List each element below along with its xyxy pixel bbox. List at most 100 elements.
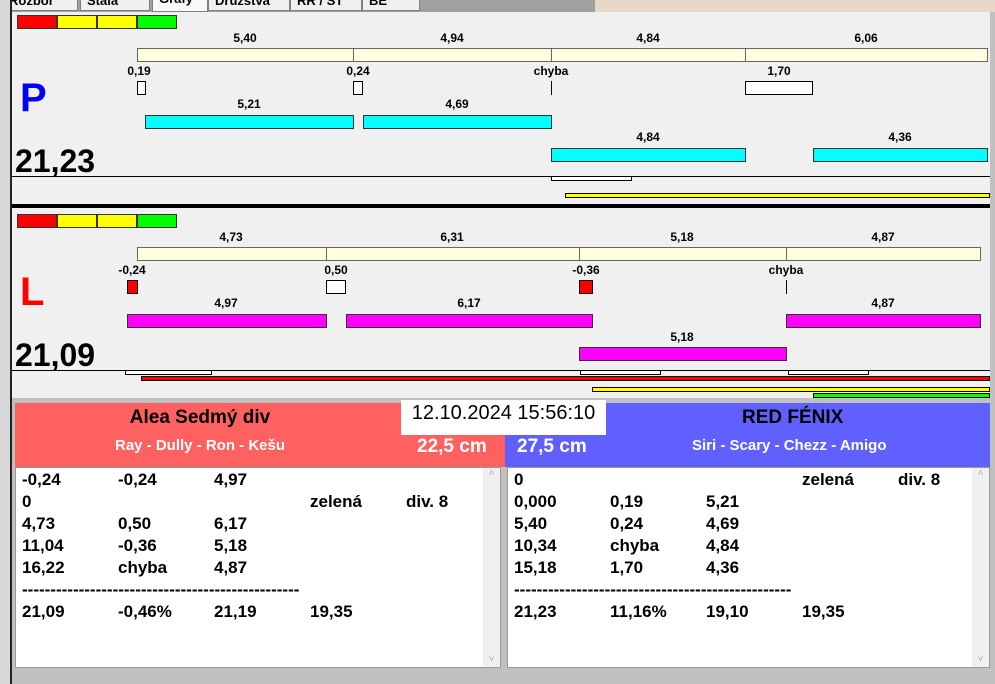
right-team-name: RED FÉNIX	[742, 407, 844, 428]
status-green	[137, 15, 177, 29]
log-cell: div. 8	[406, 492, 449, 511]
log-cell: 19,35	[310, 602, 353, 621]
segment-label: 4,94	[440, 31, 464, 45]
total-l: 21,09	[15, 337, 96, 373]
yellow-bar	[592, 387, 990, 392]
log-cell: 10,34	[514, 536, 557, 555]
delta-label: 1,70	[767, 64, 791, 78]
marker-box	[551, 176, 632, 181]
side-label-p: P	[20, 76, 47, 120]
log-cell: zelená	[310, 492, 362, 511]
bar-label: 4,84	[636, 130, 660, 144]
tab-be[interactable]: BE	[362, 0, 420, 11]
delta-label: chyba	[533, 64, 569, 78]
segment-label: 5,18	[670, 230, 694, 244]
right-team-log[interactable]: ˄ ˅ 0 zelená div. 8 0,000 0,19 5,21 5,40 0,24 4,6…	[507, 467, 990, 668]
scroll-up-icon[interactable]: ˄	[972, 468, 989, 479]
segment-bar	[326, 247, 580, 261]
segment-bar	[579, 247, 787, 261]
log-cell: -0,46%	[118, 602, 172, 621]
tab-grafy[interactable]: Grafy	[152, 0, 208, 12]
delta-label: 0,19	[127, 64, 151, 78]
log-cell: 0,19	[610, 492, 644, 511]
log-cell: 4,69	[706, 514, 740, 533]
log-cell: 5,21	[706, 492, 740, 511]
left-team-players: Ray - Dully - Ron - Kešu	[115, 437, 286, 454]
log-cell: 4,73	[22, 514, 56, 533]
log-cell: zelená	[802, 470, 854, 489]
total-p: 21,23	[15, 143, 96, 179]
segment-label: 6,06	[854, 31, 878, 45]
segment-label: 6,31	[440, 230, 464, 244]
left-team-log[interactable]: ˄ ˅ -0,24 -0,24 4,97 0 zelená div. 8 4,73 0,50 6,…	[15, 467, 501, 668]
log-cell: 6,17	[214, 514, 248, 533]
log-cell: -0,24	[118, 470, 157, 489]
tab-bar-fill	[595, 0, 995, 12]
left-team-distance: 22,5 cm	[417, 436, 487, 457]
cyan-bar	[363, 115, 552, 129]
log-cell: ----------------------------------------…	[514, 580, 792, 599]
delta-label: 0,50	[324, 263, 348, 277]
segment-bar	[137, 247, 327, 261]
log-cell: 0	[514, 470, 524, 489]
log-cell: 11,16%	[610, 602, 667, 621]
log-cell: 0,000	[514, 492, 557, 511]
cyan-bar	[813, 148, 988, 162]
log-cell: 21,19	[214, 602, 257, 621]
log-cell: 5,40	[514, 514, 548, 533]
green-bar	[813, 393, 990, 398]
delta-box	[353, 81, 363, 95]
delta-label: -0,36	[572, 263, 600, 277]
scroll-down-icon[interactable]: ˅	[483, 654, 500, 665]
log-cell: 19,35	[802, 602, 845, 621]
right-team-distance: 27,5 cm	[517, 436, 587, 457]
tab-rr-st[interactable]: RR / ST	[290, 0, 362, 11]
segment-bar	[745, 48, 988, 62]
tab-druzstva[interactable]: Družstva	[208, 0, 290, 11]
segment-label: 4,73	[219, 230, 243, 244]
log-cell: 4,36	[706, 558, 740, 577]
log-cell: -0,36	[118, 536, 157, 555]
delta-marker	[786, 280, 787, 294]
scroll-up-icon[interactable]: ˄	[483, 468, 500, 479]
delta-marker	[551, 81, 552, 95]
marker-box	[125, 370, 212, 375]
log-cell: 19,10	[706, 602, 749, 621]
tab-rozbor[interactable]: Rozbor	[2, 0, 78, 11]
log-cell: 0,50	[118, 514, 152, 533]
scrollbar[interactable]: ˄ ˅	[972, 468, 989, 667]
side-label-l: L	[20, 270, 45, 314]
segment-bar	[137, 48, 354, 62]
delta-label: -0,24	[118, 263, 146, 277]
scroll-down-icon[interactable]: ˅	[972, 654, 989, 665]
tab-stala[interactable]: Stála	[80, 0, 150, 11]
delta-box	[127, 280, 138, 294]
log-cell: 0	[22, 492, 32, 511]
log-cell: -0,24	[22, 470, 61, 489]
status-green	[137, 214, 177, 228]
log-cell: 0,24	[610, 514, 644, 533]
magenta-bar	[127, 314, 327, 328]
magenta-bar	[579, 347, 787, 361]
log-cell: div. 8	[898, 470, 941, 489]
delta-box	[326, 280, 346, 294]
segment-bar	[551, 48, 746, 62]
status-yellow	[57, 214, 97, 228]
log-cell: chyba	[610, 536, 660, 555]
segment-label: 4,87	[871, 230, 895, 244]
status-yellow	[97, 15, 137, 29]
scrollbar[interactable]: ˄ ˅	[483, 468, 500, 667]
left-team-name: Alea Sedmý div	[129, 407, 271, 428]
marker-box	[788, 370, 869, 375]
bar-label: 4,87	[871, 296, 895, 310]
segment-label: 4,84	[636, 31, 660, 45]
left-border	[0, 0, 12, 684]
log-cell: 4,87	[214, 558, 248, 577]
log-cell: 21,09	[22, 602, 65, 621]
segment-bar	[353, 48, 552, 62]
bar-label: 4,97	[214, 296, 238, 310]
log-cell: 4,97	[214, 470, 248, 489]
log-cell: 16,22	[22, 558, 65, 577]
delta-label: chyba	[768, 263, 804, 277]
cyan-bar	[551, 148, 746, 162]
